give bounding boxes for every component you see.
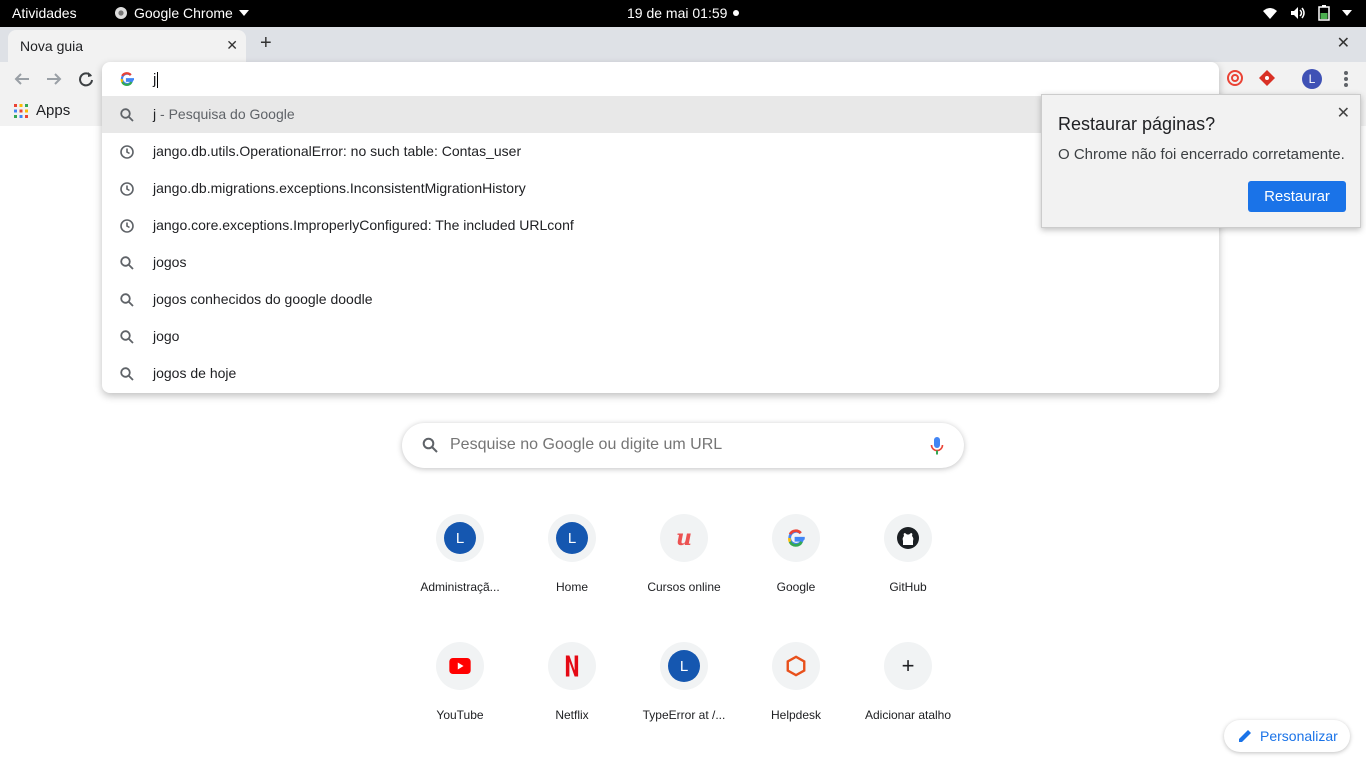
forward-icon[interactable] xyxy=(46,71,62,87)
history-icon xyxy=(119,144,135,160)
letter-avatar-icon: L xyxy=(548,514,596,562)
tab-title: Nova guia xyxy=(20,38,84,54)
dialog-title: Restaurar páginas? xyxy=(1058,114,1216,134)
customize-button[interactable]: Personalizar xyxy=(1224,720,1350,752)
letter-avatar-icon: L xyxy=(660,642,708,690)
window-close-button[interactable]: ✕ xyxy=(1337,33,1350,53)
restore-pages-dialog: Restaurar páginas? ✕ O Chrome não foi en… xyxy=(1041,94,1361,228)
profile-avatar[interactable]: L xyxy=(1302,69,1322,89)
google-g-icon xyxy=(120,72,134,86)
omnibox-input[interactable]: j xyxy=(102,62,1219,96)
suggestion-text: jogos conhecidos do google doodle xyxy=(153,291,373,307)
apps-label: Apps xyxy=(36,102,71,119)
microphone-icon[interactable] xyxy=(930,436,944,456)
ntp-search-box[interactable]: Pesquise no Google ou digite um URL xyxy=(402,423,964,468)
helpdesk-icon xyxy=(772,642,820,690)
omnibox-suggestion[interactable]: jogos de hoje xyxy=(102,355,1219,392)
letter-avatar-icon: L xyxy=(436,514,484,562)
tab-strip: Nova guia ✕ + ✕ xyxy=(0,27,1366,62)
add-icon: + xyxy=(884,642,932,690)
suggestion-text: jogos de hoje xyxy=(153,365,237,381)
search-icon xyxy=(119,366,135,382)
app-name: Google Chrome xyxy=(134,5,233,21)
clock[interactable]: 19 de mai 01:59 xyxy=(627,5,740,21)
history-icon xyxy=(119,218,135,234)
shortcut-tile[interactable]: L Home xyxy=(516,514,628,626)
pencil-icon xyxy=(1239,730,1251,742)
letter-avatar-text: L xyxy=(455,529,465,547)
suggestion-text: jango.db.migrations.exceptions.Inconsist… xyxy=(153,180,526,196)
wifi-icon xyxy=(1263,8,1277,19)
shortcut-label: Helpdesk xyxy=(770,708,822,722)
shortcut-label: Google xyxy=(776,580,816,594)
google-icon xyxy=(772,514,820,562)
tab-new-tab[interactable]: Nova guia ✕ xyxy=(8,30,246,62)
suggestion-text: jango.db.utils.OperationalError: no such… xyxy=(153,143,522,159)
shortcut-label: GitHub xyxy=(889,580,927,594)
shortcut-tile[interactable]: L Administraçã... xyxy=(404,514,516,626)
shortcut-label: Netflix xyxy=(555,708,589,722)
search-placeholder: Pesquise no Google ou digite um URL xyxy=(450,436,723,453)
system-tray[interactable] xyxy=(1262,5,1352,21)
activities-button[interactable]: Atividades xyxy=(12,5,77,21)
dialog-close-icon[interactable]: ✕ xyxy=(1337,103,1350,123)
omnibox-suggestion[interactable]: jogos conhecidos do google doodle xyxy=(102,281,1219,318)
extension-diamond-icon[interactable] xyxy=(1258,69,1276,87)
shortcut-label: Adicionar atalho xyxy=(864,708,952,722)
battery-icon xyxy=(1318,5,1330,21)
add-shortcut-tile[interactable]: + Adicionar atalho xyxy=(852,642,964,754)
restore-button[interactable]: Restaurar xyxy=(1248,181,1346,212)
reload-icon[interactable] xyxy=(78,71,94,87)
netflix-icon xyxy=(548,642,596,690)
search-icon xyxy=(119,329,135,345)
shortcut-label: Administraçã... xyxy=(420,580,500,594)
shortcut-tile[interactable]: Helpdesk xyxy=(740,642,852,754)
volume-icon xyxy=(1291,7,1305,19)
history-icon xyxy=(119,181,135,197)
shortcut-label: Home xyxy=(555,580,588,594)
back-icon[interactable] xyxy=(14,71,30,87)
tab-close-icon[interactable]: ✕ xyxy=(226,37,238,54)
shortcut-tile[interactable]: GitHub xyxy=(852,514,964,626)
suggestion-text: jogos xyxy=(153,254,187,270)
shortcut-label: YouTube xyxy=(436,708,484,722)
udemy-icon: u xyxy=(660,514,708,562)
letter-avatar-text: L xyxy=(567,529,577,547)
new-tab-button[interactable]: + xyxy=(260,32,272,55)
suggestion-text: jango.core.exceptions.ImproperlyConfigur… xyxy=(153,217,574,233)
shortcut-tile[interactable]: Google xyxy=(740,514,852,626)
chrome-icon xyxy=(115,7,127,19)
app-menu[interactable]: Google Chrome xyxy=(114,5,249,21)
chevron-down-icon xyxy=(238,10,249,16)
suggestion-text: jogo xyxy=(153,328,180,344)
omnibox-suggestion[interactable]: jogo xyxy=(102,318,1219,355)
shortcut-tile[interactable]: u Cursos online xyxy=(628,514,740,626)
notification-dot-icon xyxy=(733,10,740,16)
search-icon xyxy=(119,255,135,271)
extension-spiral-icon[interactable] xyxy=(1226,69,1244,87)
system-top-bar: Atividades Google Chrome 19 de mai 01:59 xyxy=(0,0,1366,27)
search-icon xyxy=(119,107,135,123)
apps-grid-icon xyxy=(14,103,28,118)
omnibox-suggestion[interactable]: jogos xyxy=(102,244,1219,281)
dialog-message: O Chrome não foi encerrado corretamente. xyxy=(1058,146,1345,163)
shortcut-label: Cursos online xyxy=(647,580,721,594)
suggestion-text: j - Pesquisa do Google xyxy=(153,106,295,122)
shortcut-tile[interactable]: Netflix xyxy=(516,642,628,754)
more-menu-icon[interactable] xyxy=(1338,66,1354,92)
youtube-icon xyxy=(436,642,484,690)
github-icon xyxy=(884,514,932,562)
omnibox-text: j xyxy=(153,71,159,89)
chevron-down-icon xyxy=(1342,10,1352,16)
shortcut-label: TypeError at /... xyxy=(642,708,726,722)
search-icon xyxy=(422,437,438,453)
search-icon xyxy=(119,292,135,308)
customize-label: Personalizar xyxy=(1260,728,1338,744)
shortcut-tile[interactable]: YouTube xyxy=(404,642,516,754)
clock-text: 19 de mai 01:59 xyxy=(627,5,728,21)
letter-avatar-text: L xyxy=(679,657,689,675)
shortcut-tile[interactable]: L TypeError at /... xyxy=(628,642,740,754)
apps-shortcut[interactable]: Apps xyxy=(14,102,70,119)
